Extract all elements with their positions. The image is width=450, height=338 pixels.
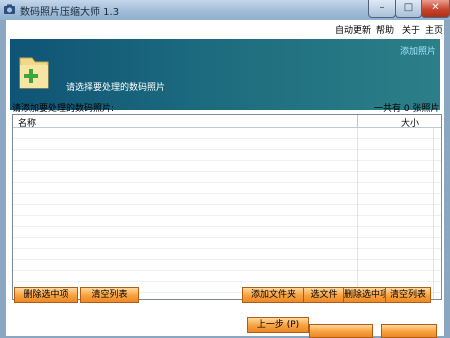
menu-about[interactable]: 关于 bbox=[402, 23, 420, 36]
delete-selected-button[interactable]: 删除选中项 bbox=[14, 287, 78, 303]
header-prompt: 请选择要处理的数码照片 bbox=[66, 83, 166, 93]
menu-help[interactable]: 帮助 bbox=[376, 23, 394, 36]
photo-count: 一共有 0 张照片 bbox=[374, 104, 440, 114]
menu-auto-update[interactable]: 自动更新 bbox=[335, 23, 371, 36]
window-title: 数码照片压缩大师 1.3 bbox=[20, 7, 120, 18]
main-panel: 自动更新 帮助 关于 主页 请选择要处理的数码照片 添加照片 请添加要处理的数码… bbox=[6, 20, 444, 338]
delete-selected-button-2[interactable]: 删除选中项 bbox=[343, 287, 389, 303]
folder-add-icon bbox=[19, 57, 49, 89]
header-banner: 请选择要处理的数码照片 添加照片 bbox=[10, 39, 440, 110]
list-body[interactable] bbox=[13, 128, 441, 299]
add-folder-button[interactable]: 添加文件夹 bbox=[242, 287, 305, 303]
column-divider[interactable] bbox=[357, 115, 358, 127]
clear-list-button[interactable]: 清空列表 bbox=[80, 287, 139, 303]
prev-step-button[interactable]: 上一步 (P) bbox=[247, 317, 309, 333]
minimize-button[interactable]: – bbox=[368, 0, 396, 18]
menu-home[interactable]: 主页 bbox=[425, 23, 443, 36]
select-file-button[interactable]: 选文件 bbox=[303, 287, 345, 303]
photo-list[interactable]: 名称 大小 bbox=[12, 114, 442, 300]
clear-list-button-2[interactable]: 清空列表 bbox=[385, 287, 431, 303]
list-caption: 请添加要处理的数码照片: bbox=[12, 104, 115, 114]
add-photo-link[interactable]: 添加照片 bbox=[400, 44, 436, 57]
title-bar[interactable]: 数码照片压缩大师 1.3 – □ ✕ bbox=[0, 0, 450, 20]
close-button[interactable]: ✕ bbox=[421, 0, 450, 18]
list-header: 名称 大小 bbox=[13, 115, 441, 129]
grid-line bbox=[433, 128, 434, 299]
menu-bar: 自动更新 帮助 关于 主页 bbox=[6, 20, 444, 38]
grid-line bbox=[357, 128, 358, 299]
maximize-button[interactable]: □ bbox=[395, 0, 422, 18]
app-icon bbox=[4, 4, 15, 14]
